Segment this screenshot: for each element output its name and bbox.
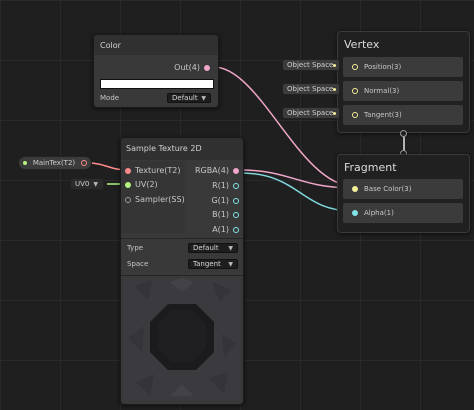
fragment-block-alpha[interactable]: Alpha(1)	[343, 203, 463, 223]
sampler-input-label: Sampler(SS)	[135, 195, 185, 204]
r-output-slot: R(1)	[212, 181, 239, 190]
color-out-port[interactable]	[204, 64, 210, 71]
position-label: Position(3)	[364, 63, 402, 71]
color-node-title: Color	[100, 41, 121, 50]
uv-input-port[interactable]	[125, 181, 131, 188]
sampler-input-port[interactable]	[125, 196, 131, 203]
a-output-port[interactable]	[233, 226, 239, 233]
rgba-output-label: RGBA(4)	[194, 166, 229, 175]
alpha-label: Alpha(1)	[364, 209, 394, 217]
fragment-context[interactable]: Fragment Base Color(3) Alpha(1)	[337, 154, 470, 233]
maintex-label: MainTex(T2)	[32, 159, 76, 167]
type-label: Type	[127, 244, 144, 252]
base-color-input-port[interactable]	[352, 186, 358, 192]
color-out-slot: Out(4)	[174, 63, 210, 72]
space-dropdown-value: Tangent	[193, 260, 221, 268]
position-space-dot	[333, 64, 336, 67]
property-exposed-dot	[23, 161, 27, 165]
vertex-flow-out-port[interactable]	[400, 130, 407, 137]
texture-preview	[124, 278, 240, 400]
base-color-label: Base Color(3)	[364, 185, 412, 193]
normal-label: Normal(3)	[364, 87, 400, 95]
mode-dropdown[interactable]: Default ▼	[167, 93, 211, 103]
rgba-output-port[interactable]	[233, 167, 239, 174]
color-swatch[interactable]	[100, 79, 214, 89]
tangent-space-dot	[333, 112, 336, 115]
b-output-port[interactable]	[233, 211, 239, 218]
fragment-block-base-color[interactable]: Base Color(3)	[343, 179, 463, 199]
maintex-output-port[interactable]	[81, 160, 87, 166]
sampler-input-slot: Sampler(SS)	[125, 195, 185, 204]
r-output-port[interactable]	[233, 182, 239, 189]
color-node-header[interactable]: Color	[94, 35, 218, 55]
tangent-label: Tangent(3)	[364, 111, 402, 119]
texture-input-label: Texture(T2)	[135, 166, 181, 175]
uv-channel-value: UV0	[75, 180, 90, 188]
tangent-object-space-input[interactable]: Object Space	[282, 107, 340, 119]
preview-divider	[121, 275, 243, 276]
sample-node-header[interactable]: Sample Texture 2D	[121, 138, 243, 160]
section-divider	[121, 238, 243, 239]
normal-space-label: Object Space	[287, 85, 334, 93]
normal-space-dot	[333, 88, 336, 91]
uv-input-label: UV(2)	[135, 180, 158, 189]
uv-input-slot: UV(2)	[125, 180, 158, 189]
vertex-context[interactable]: Vertex Position(3) Normal(3) Tangent(3)	[337, 31, 470, 133]
chevron-down-icon: ▼	[93, 180, 98, 188]
g-output-slot: G(1)	[211, 196, 239, 205]
space-label: Space	[127, 260, 149, 268]
texture-input-slot: Texture(T2)	[125, 166, 181, 175]
space-dropdown[interactable]: Tangent ▼	[188, 259, 238, 269]
color-out-label: Out(4)	[174, 63, 200, 72]
position-object-space-input[interactable]: Object Space	[282, 59, 340, 71]
texture-input-port[interactable]	[125, 167, 131, 174]
g-output-label: G(1)	[211, 196, 229, 205]
chevron-down-icon: ▼	[228, 244, 233, 252]
a-output-label: A(1)	[212, 225, 229, 234]
position-input-port[interactable]	[352, 64, 358, 70]
type-dropdown-value: Default	[193, 244, 219, 252]
chevron-down-icon: ▼	[228, 260, 233, 268]
vertex-block-position[interactable]: Position(3)	[343, 57, 463, 77]
a-output-slot: A(1)	[212, 225, 239, 234]
maintex-property-node[interactable]: MainTex(T2)	[18, 156, 92, 170]
tangent-input-port[interactable]	[352, 112, 358, 118]
uv-channel-inline-dropdown[interactable]: UV0 ▼	[70, 178, 104, 190]
sample-texture-2d-node[interactable]: Sample Texture 2D Texture(T2) UV(2) Samp…	[120, 137, 244, 405]
chevron-down-icon: ▼	[201, 94, 206, 102]
normal-input-port[interactable]	[352, 88, 358, 94]
sample-node-title: Sample Texture 2D	[126, 144, 202, 153]
normal-object-space-input[interactable]: Object Space	[282, 83, 340, 95]
fragment-title: Fragment	[344, 161, 397, 174]
tangent-space-label: Object Space	[287, 109, 334, 117]
b-output-label: B(1)	[212, 210, 229, 219]
alpha-input-port[interactable]	[352, 210, 358, 216]
mode-dropdown-value: Default	[172, 94, 198, 102]
vertex-block-tangent[interactable]: Tangent(3)	[343, 105, 463, 125]
mode-label: Mode	[100, 94, 120, 102]
rgba-output-slot: RGBA(4)	[195, 166, 239, 175]
position-space-label: Object Space	[287, 61, 334, 69]
type-dropdown[interactable]: Default ▼	[188, 243, 238, 253]
g-output-port[interactable]	[233, 197, 239, 204]
vertex-block-normal[interactable]: Normal(3)	[343, 81, 463, 101]
color-node[interactable]: Color Out(4) Mode Default ▼	[93, 34, 219, 108]
b-output-slot: B(1)	[212, 210, 239, 219]
vertex-title: Vertex	[344, 38, 380, 51]
r-output-label: R(1)	[212, 181, 229, 190]
